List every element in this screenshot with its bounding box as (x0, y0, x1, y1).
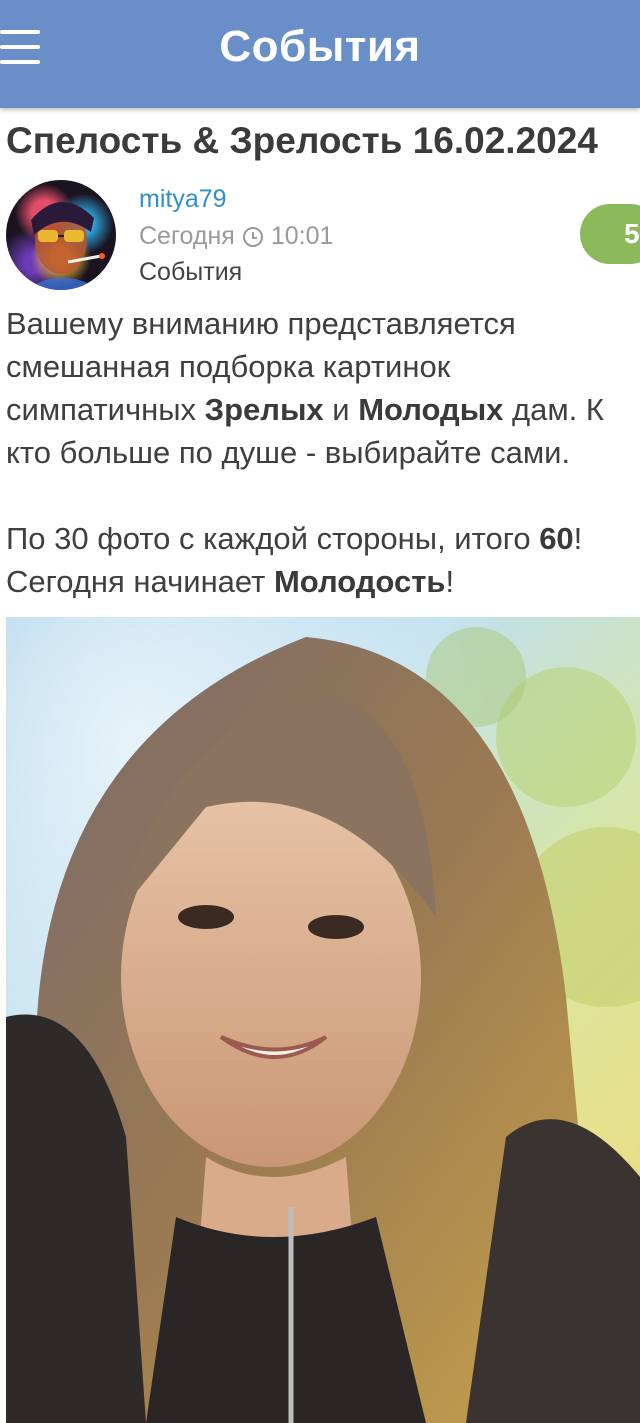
post-category[interactable]: События (139, 258, 242, 287)
rating-badge[interactable]: 5 (580, 204, 640, 264)
post-date: Сегодня (139, 222, 235, 250)
page-title: События (219, 22, 421, 71)
post-time: 10:01 (270, 222, 334, 250)
clock-icon (242, 226, 263, 247)
author-link[interactable]: mitya79 (139, 185, 227, 214)
post-text-line: кто больше по душе - выбирайте сами. (6, 435, 571, 470)
post-body: Вашему вниманию представляется смешанная… (6, 302, 640, 603)
post-text-line: Вашему вниманию представляется (6, 306, 516, 341)
post-photo[interactable] (6, 617, 640, 1423)
post-timestamp: Сегодня 10:01 (139, 222, 333, 251)
avatar[interactable] (6, 180, 116, 290)
top-app-bar: События (0, 0, 640, 108)
post-text-line: Сегодня начинает Молодость! (6, 564, 455, 599)
post-text-line: смешанная подборка картинок (6, 349, 451, 384)
post-text-line: симпатичных Зрелых и Молодых дам. К (6, 392, 604, 427)
post-text-line: По 30 фото с каждой стороны, итого 60! (6, 521, 583, 556)
post-title: Спелость & Зрелость 16.02.2024 (6, 120, 598, 161)
